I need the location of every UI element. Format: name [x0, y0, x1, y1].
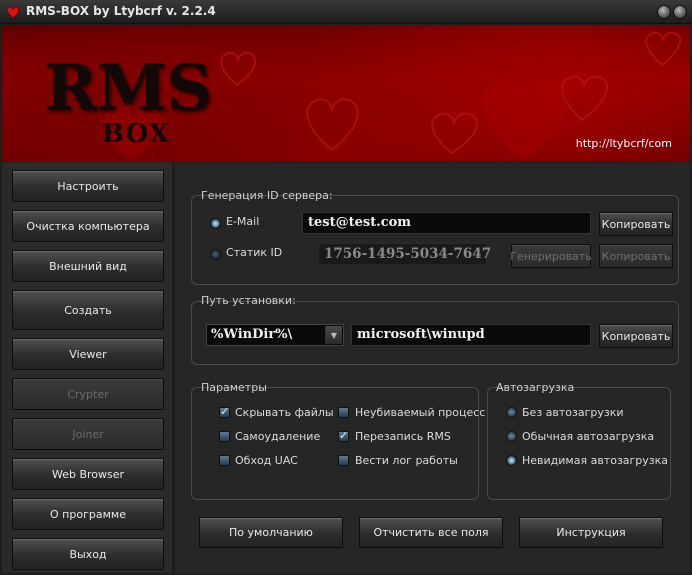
sidebar-item-create[interactable]: Создать: [12, 290, 164, 330]
uac-bypass-label: Обход UAC: [235, 454, 298, 467]
overwrite-rms-label: Перезапись RMS: [355, 430, 451, 443]
copy-path-button[interactable]: Копировать: [599, 324, 673, 348]
autorun-group-label: Автозагрузка: [496, 381, 575, 394]
close-button[interactable]: [673, 5, 687, 19]
parameters-group-label: Параметры: [201, 381, 267, 394]
no-autorun-label: Без автозагрузки: [522, 406, 624, 419]
app-heart-icon: [6, 6, 20, 19]
write-log-label: Вести лог работы: [355, 454, 458, 467]
server-id-group: [191, 195, 679, 285]
sidebar-item-cleanup[interactable]: Очистка компьютера: [12, 210, 164, 242]
sidebar-item-web-browser[interactable]: Web Browser: [12, 458, 164, 490]
base-dir-select[interactable]: %WinDir%\ ▼: [206, 324, 344, 346]
instructions-button[interactable]: Инструкция: [519, 517, 663, 548]
normal-autorun-radio[interactable]: [506, 431, 517, 442]
normal-autorun-label: Обычная автозагрузка: [522, 430, 655, 443]
install-path-group-label: Путь установки:: [201, 294, 296, 307]
defaults-button[interactable]: По умолчанию: [199, 517, 343, 548]
generate-button[interactable]: Генерировать: [510, 244, 592, 268]
no-autorun-radio[interactable]: [506, 407, 517, 418]
header-banner: RMS BOX http://ltybcrf/com: [2, 25, 690, 161]
static-id-field[interactable]: 1756-1495-5034-7647: [318, 243, 491, 265]
email-field[interactable]: test@test.com: [302, 212, 591, 234]
unkillable-process-label: Неубиваемый процесс: [355, 406, 486, 419]
sidebar-item-exit[interactable]: Выход: [12, 538, 164, 570]
main-panel: Генерация ID сервера: E-Mail test@test.c…: [175, 162, 690, 573]
hide-files-label: Скрывать файлы: [235, 406, 334, 419]
title-bar: RMS-BOX by Ltybcrf v. 2.2.4: [0, 0, 692, 24]
autorun-group: [487, 387, 671, 500]
static-id-radio[interactable]: [210, 249, 221, 260]
logo-box-text: BOX: [102, 119, 170, 149]
static-id-label: Статик ID: [226, 246, 283, 259]
clear-all-button[interactable]: Отчистить все поля: [359, 517, 503, 548]
sidebar: Настроить Очистка компьютера Внешний вид…: [2, 162, 172, 573]
window-title: RMS-BOX by Ltybcrf v. 2.2.4: [26, 4, 216, 18]
sidebar-item-appearance[interactable]: Внешний вид: [12, 250, 164, 282]
parameters-group: [191, 387, 479, 500]
sidebar-item-viewer[interactable]: Viewer: [12, 338, 164, 370]
server-id-group-label: Генерация ID сервера:: [201, 189, 333, 202]
invisible-autorun-radio[interactable]: [506, 455, 517, 466]
write-log-checkbox[interactable]: [338, 455, 349, 466]
chevron-down-icon[interactable]: ▼: [325, 326, 342, 344]
minimize-button[interactable]: [657, 5, 671, 19]
sidebar-item-configure[interactable]: Настроить: [12, 170, 164, 202]
logo-rms-text: RMS: [44, 51, 212, 126]
unkillable-process-checkbox[interactable]: [338, 407, 349, 418]
sidebar-item-crypter[interactable]: Crypter: [12, 378, 164, 410]
sidebar-item-about[interactable]: О программе: [12, 498, 164, 530]
email-label: E-Mail: [226, 215, 260, 228]
base-dir-value: %WinDir%\: [211, 327, 293, 342]
copy-static-id-button[interactable]: Копировать: [599, 244, 673, 268]
copy-email-button[interactable]: Копировать: [599, 212, 673, 236]
self-delete-label: Самоудаление: [235, 430, 321, 443]
overwrite-rms-checkbox[interactable]: [338, 429, 349, 442]
hide-files-checkbox[interactable]: [219, 405, 230, 418]
subdir-field[interactable]: microsoft\winupd: [351, 324, 591, 346]
banner-url: http://ltybcrf/com: [575, 137, 672, 150]
invisible-autorun-label: Невидимая автозагрузка: [522, 454, 669, 467]
email-radio[interactable]: [210, 218, 221, 229]
self-delete-checkbox[interactable]: [219, 431, 230, 442]
uac-bypass-checkbox[interactable]: [219, 455, 230, 466]
sidebar-item-joiner[interactable]: Joiner: [12, 418, 164, 450]
